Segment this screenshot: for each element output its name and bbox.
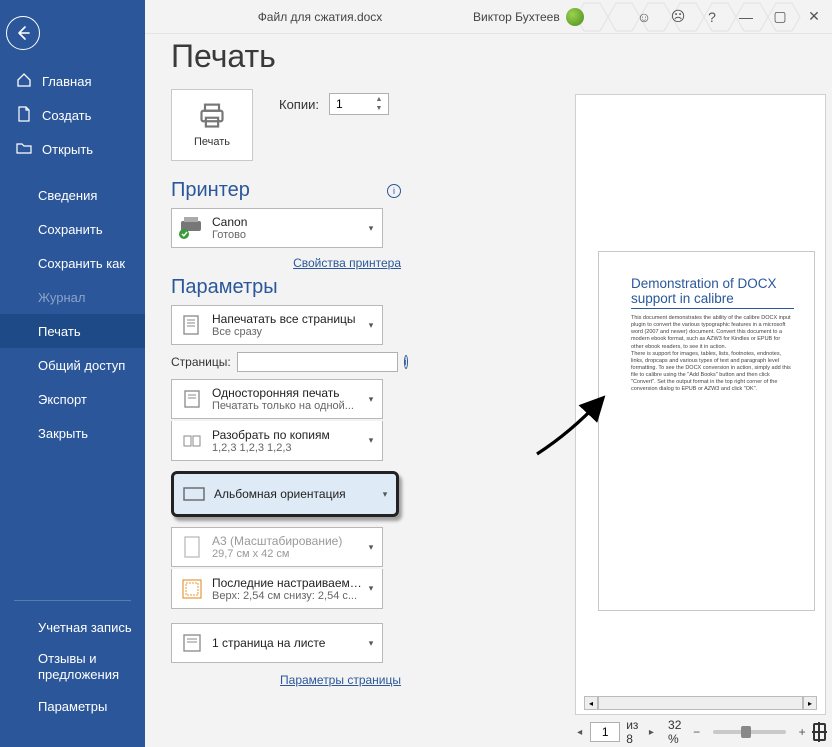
- help-icon[interactable]: ?: [700, 5, 724, 29]
- chevron-down-icon: ▾: [366, 320, 376, 331]
- print-what-dropdown[interactable]: Напечатать все страницы Все сразу ▾: [171, 305, 383, 345]
- title-buttons-group: ☺ ☹ ? — ▢ ✕: [632, 5, 826, 29]
- landscape-icon: [180, 480, 208, 508]
- printer-properties-link[interactable]: Свойства принтера: [293, 256, 401, 270]
- nav-history: Журнал: [0, 280, 145, 314]
- margins-dropdown[interactable]: Последние настраиваемы... Верх: 2,54 см …: [171, 569, 383, 609]
- chevron-down-icon: ▾: [366, 394, 376, 405]
- nav-print[interactable]: Печать: [0, 314, 145, 348]
- nav-create-label: Создать: [42, 108, 91, 123]
- pages-per-sheet-dropdown[interactable]: 1 страница на листе ▾: [171, 623, 383, 663]
- nav-save[interactable]: Сохранить: [0, 212, 145, 246]
- nav-account[interactable]: Учетная запись: [0, 611, 145, 645]
- printer-icon: [198, 102, 226, 130]
- copies-input[interactable]: [330, 97, 372, 111]
- page-count-label: из 8: [626, 718, 641, 746]
- info-icon[interactable]: i: [387, 184, 401, 198]
- paper-icon: [178, 533, 206, 561]
- stepper-arrows[interactable]: ▲▼: [372, 95, 386, 113]
- open-icon: [16, 140, 32, 159]
- pages-range-row: Страницы: i: [171, 352, 383, 372]
- printer-name: Canon: [212, 215, 366, 229]
- preview-doc-paragraph: There is support for images, tables, lis…: [631, 351, 794, 394]
- sidebar: Главная Создать Открыть Сведения Сохрани…: [0, 0, 145, 747]
- chevron-down-icon: ▾: [366, 542, 376, 553]
- user-name-area[interactable]: Виктор Бухтеев: [473, 8, 584, 26]
- chevron-down-icon: ▾: [366, 583, 376, 594]
- orientation-dropdown[interactable]: Альбомная ориентация ▾: [171, 471, 399, 517]
- settings-heading: Параметры: [171, 276, 278, 299]
- copies-group: Копии: ▲▼: [279, 93, 389, 115]
- nav-options[interactable]: Параметры: [0, 689, 145, 723]
- paper-size-dropdown[interactable]: A3 (Масштабирование) 29,7 см x 42 см ▾: [171, 527, 383, 567]
- preview-doc-title: Demonstration of DOCX support in calibre: [631, 276, 794, 309]
- back-arrow-icon: [15, 25, 31, 41]
- print-preview-pane: Demonstration of DOCX support in calibre…: [575, 94, 826, 715]
- nav-home[interactable]: Главная: [0, 64, 145, 98]
- zoom-out-button[interactable]: −: [692, 725, 701, 739]
- maximize-button[interactable]: ▢: [768, 5, 792, 29]
- preview-horizontal-scrollbar[interactable]: ◂ ▸: [584, 696, 817, 710]
- back-button[interactable]: [6, 16, 40, 50]
- prev-page-button[interactable]: ◂: [575, 722, 584, 742]
- nav-saveas[interactable]: Сохранить как: [0, 246, 145, 280]
- avatar-icon: [566, 8, 584, 26]
- document-title: Файл для сжатия.docx: [200, 10, 440, 24]
- pages-icon: [178, 311, 206, 339]
- fit-to-window-button[interactable]: [813, 723, 826, 741]
- home-icon: [16, 72, 32, 91]
- copies-label: Копии:: [279, 97, 319, 112]
- duplex-dropdown[interactable]: Односторонняя печать Печатать только на …: [171, 379, 383, 419]
- chevron-down-icon: ▾: [366, 638, 376, 649]
- single-side-icon: [178, 385, 206, 413]
- sad-icon[interactable]: ☹: [666, 5, 690, 29]
- preview-doc-paragraph: This document demonstrates the ability o…: [631, 315, 794, 351]
- print-button-label: Печать: [194, 136, 230, 148]
- next-page-button[interactable]: ▸: [647, 722, 656, 742]
- minimize-button[interactable]: —: [734, 5, 758, 29]
- scroll-track[interactable]: [598, 696, 803, 710]
- printer-dropdown[interactable]: Canon Готово ▾: [171, 208, 383, 248]
- zoom-slider-knob[interactable]: [741, 726, 751, 738]
- sheet-icon: [178, 629, 206, 657]
- chevron-down-icon: ▾: [380, 489, 390, 500]
- zoom-slider[interactable]: [713, 730, 785, 734]
- nav-feedback[interactable]: Отзывы и предложения: [0, 645, 145, 690]
- scroll-right-button[interactable]: ▸: [803, 696, 817, 710]
- close-window-button[interactable]: ✕: [802, 5, 826, 29]
- margins-icon: [178, 575, 206, 603]
- scroll-left-button[interactable]: ◂: [584, 696, 598, 710]
- preview-page: Demonstration of DOCX support in calibre…: [598, 251, 815, 611]
- nav-export[interactable]: Экспорт: [0, 382, 145, 416]
- nav-close[interactable]: Закрыть: [0, 416, 145, 450]
- print-button[interactable]: Печать: [171, 89, 253, 161]
- zoom-percent-label: 32 %: [668, 718, 686, 746]
- nav-info[interactable]: Сведения: [0, 178, 145, 212]
- nav-create[interactable]: Создать: [0, 98, 145, 132]
- printer-status-icon: [178, 214, 206, 242]
- collate-icon: [178, 427, 206, 455]
- chevron-down-icon: ▾: [366, 223, 376, 234]
- copies-spinner[interactable]: ▲▼: [329, 93, 389, 115]
- page-title: Печать: [171, 38, 832, 75]
- nav-share[interactable]: Общий доступ: [0, 348, 145, 382]
- user-name-text: Виктор Бухтеев: [473, 10, 560, 24]
- preview-footer: ◂ из 8 ▸ 32 % − +: [575, 719, 826, 745]
- zoom-in-button[interactable]: +: [798, 725, 807, 739]
- nav-home-label: Главная: [42, 74, 91, 89]
- printer-status: Готово: [212, 229, 366, 241]
- nav-open[interactable]: Открыть: [0, 132, 145, 166]
- main-area: Печать Печать Копии: ▲▼ Принтер i: [145, 34, 832, 747]
- smile-icon[interactable]: ☺: [632, 5, 656, 29]
- pages-label: Страницы:: [171, 355, 231, 369]
- printer-heading: Принтер: [171, 179, 250, 202]
- current-page-input[interactable]: [590, 722, 620, 742]
- info-icon[interactable]: i: [404, 355, 408, 369]
- create-icon: [16, 106, 32, 125]
- nav-open-label: Открыть: [42, 142, 93, 157]
- page-setup-link[interactable]: Параметры страницы: [280, 673, 401, 687]
- pages-input[interactable]: [237, 352, 398, 372]
- collate-dropdown[interactable]: Разобрать по копиям 1,2,3 1,2,3 1,2,3 ▾: [171, 421, 383, 461]
- chevron-down-icon: ▾: [366, 435, 376, 446]
